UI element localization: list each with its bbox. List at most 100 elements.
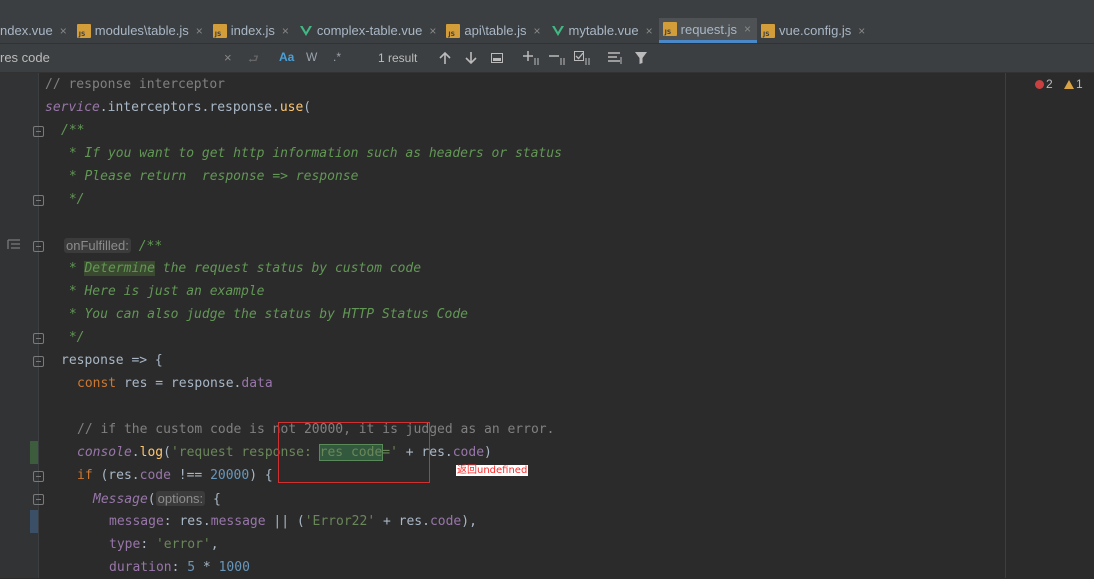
modified-line-marker (30, 510, 38, 533)
close-tab-icon[interactable]: × (196, 24, 203, 38)
match-case-toggle[interactable]: Aa (279, 50, 294, 64)
close-tab-icon[interactable]: × (646, 24, 653, 38)
code-line: * Determine the request status by custom… (61, 257, 421, 280)
function-name: log (139, 445, 164, 460)
warning-count: 1 (1076, 77, 1083, 91)
close-tab-icon[interactable]: × (282, 24, 289, 38)
warning-icon (1064, 80, 1074, 89)
editor-tab[interactable]: mytable.vue × (547, 18, 659, 43)
editor-tab[interactable]: modules\table.js × (73, 18, 209, 43)
regex-toggle[interactable]: .* (333, 50, 341, 64)
code-text: || ( (265, 514, 305, 529)
annotation-box (278, 422, 430, 483)
search-results-count: 1 result (378, 51, 418, 65)
find-bar: res code × ⮐ Aa W .* 1 result (0, 44, 1094, 73)
editor-gutter (0, 73, 44, 578)
doc-comment: * Please return response => response (61, 169, 359, 184)
close-tab-icon[interactable]: × (744, 22, 751, 36)
tab-label: mytable.vue (568, 23, 639, 38)
tab-label: ndex.vue (0, 23, 53, 38)
tab-label: index.js (230, 23, 275, 38)
select-all-matches-icon[interactable] (573, 50, 591, 66)
highlighted-word: Determine (84, 261, 155, 276)
remove-occurrence-icon[interactable] (548, 50, 566, 66)
replace-toggle-icon[interactable]: ⮐ (248, 50, 259, 71)
fold-icon[interactable] (33, 356, 44, 367)
code-line: * Please return response => response (61, 165, 359, 188)
js-file-icon (76, 23, 91, 38)
fold-icon[interactable] (33, 126, 44, 137)
fold-icon[interactable] (33, 241, 44, 252)
clear-search-icon[interactable]: × (224, 44, 232, 72)
code-line: if (res.code !== 20000) { (77, 464, 273, 487)
identifier: console (77, 445, 132, 460)
code-text: ) (484, 445, 492, 460)
find-input[interactable]: res code × (0, 44, 240, 72)
parameter-hint: options: (155, 491, 206, 506)
whole-words-toggle[interactable]: W (306, 50, 317, 64)
editor-tab[interactable]: index.js × (209, 18, 295, 43)
code-line: message: res.message || ('Error22' + res… (109, 510, 477, 533)
editor-tab[interactable]: ndex.vue × (0, 18, 73, 43)
code-line: response => { (61, 349, 163, 372)
close-tab-icon[interactable]: × (60, 24, 67, 38)
property: code (429, 514, 462, 529)
editor-tab[interactable]: api\table.js × (442, 18, 546, 43)
changed-line-marker (30, 441, 38, 464)
warnings-indicator[interactable]: 1 (1064, 77, 1083, 91)
code-text: : res. (163, 514, 211, 529)
code-text: !== (170, 468, 211, 483)
code-text: ) { (249, 468, 273, 483)
close-tab-icon[interactable]: × (429, 24, 436, 38)
identifier: service (45, 100, 100, 115)
select-all-occurrences-icon[interactable] (490, 51, 504, 65)
fold-icon[interactable] (33, 494, 44, 505)
code-line: type: 'error', (109, 533, 219, 556)
fold-icon[interactable] (33, 195, 44, 206)
error-count: 2 (1046, 77, 1053, 91)
property: code (452, 445, 485, 460)
code-line: * You can also judge the status by HTTP … (61, 303, 468, 326)
property: type (109, 537, 141, 552)
errors-indicator[interactable]: 2 (1035, 77, 1053, 91)
function-name: use (279, 100, 304, 115)
code-line: /** (61, 119, 84, 142)
title-strip (0, 0, 1094, 18)
code-text: (res. (92, 468, 140, 483)
previous-occurrence-icon[interactable] (438, 51, 452, 65)
doc-comment: the request status by custom code (154, 261, 422, 276)
tab-label: request.js (680, 21, 738, 37)
string: 'Error22' (304, 514, 376, 529)
find-query[interactable]: res code (0, 44, 50, 72)
code-text: : (140, 537, 156, 552)
vue-icon (551, 24, 565, 38)
next-occurrence-icon[interactable] (464, 51, 478, 65)
code-line: duration: 5 * 1000 (109, 556, 250, 579)
close-tab-icon[interactable]: × (858, 24, 865, 38)
tab-label: modules\table.js (94, 23, 189, 38)
number: 1000 (218, 560, 250, 575)
code-text: , (210, 537, 219, 552)
editor-tab[interactable]: complex-table.vue × (295, 18, 443, 43)
code-text: .interceptors.response. (99, 100, 280, 115)
code-text: res = response. (116, 376, 242, 391)
fold-icon[interactable] (33, 471, 44, 482)
close-tab-icon[interactable]: × (534, 24, 541, 38)
add-occurrence-icon[interactable] (522, 50, 540, 66)
editor-tab[interactable]: request.js × (658, 18, 758, 43)
code-text: ( (163, 445, 171, 460)
doc-comment: */ (61, 192, 85, 207)
filter-icon[interactable] (634, 51, 648, 65)
code-line: * If you want to get http information su… (61, 142, 562, 165)
tab-label: api\table.js (464, 23, 527, 38)
right-scroll-stripe (1005, 73, 1094, 578)
editor-tab[interactable]: vue.config.js × (757, 18, 871, 43)
fold-icon[interactable] (33, 333, 44, 344)
filter-options-icon[interactable] (607, 51, 623, 65)
property: duration (109, 560, 172, 575)
identifier: Message (93, 492, 148, 507)
code-text: * (195, 560, 219, 575)
code-line: */ (61, 326, 85, 349)
doc-comment-toggle-icon[interactable] (7, 238, 21, 250)
keyword: const (77, 376, 117, 391)
